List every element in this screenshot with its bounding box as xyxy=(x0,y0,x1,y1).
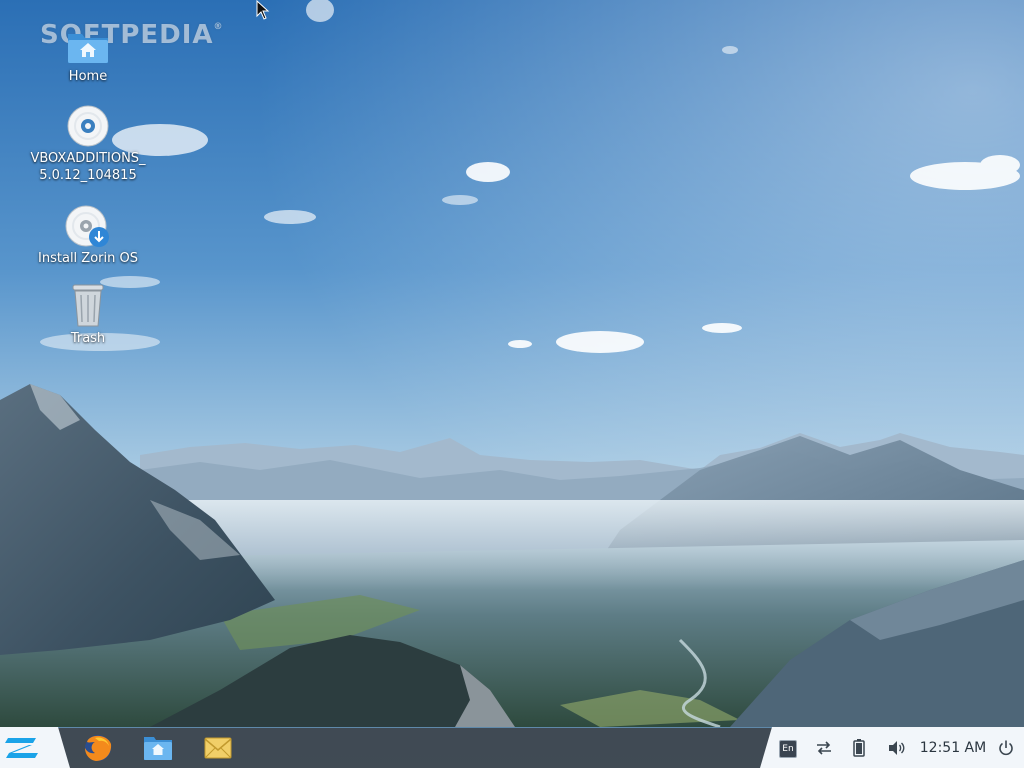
desktop-icon-trash[interactable]: Trash xyxy=(18,282,158,347)
install-disc-icon xyxy=(65,205,109,247)
mouse-pointer-icon xyxy=(256,0,270,20)
zorin-menu-button[interactable] xyxy=(0,727,70,768)
desktop-icon-vboxadditions[interactable]: VBOXADDITIONS_ 5.0.12_104815 xyxy=(18,104,158,184)
battery-icon[interactable] xyxy=(851,738,867,758)
volume-icon[interactable] xyxy=(886,738,906,758)
mail-icon[interactable] xyxy=(201,732,235,764)
trash-icon xyxy=(72,284,104,327)
clock[interactable]: 12:51 AM xyxy=(918,738,988,758)
home-folder-icon xyxy=(68,34,108,63)
firefox-icon[interactable] xyxy=(81,732,115,764)
cd-disc-icon xyxy=(67,105,109,147)
network-arrows-icon[interactable] xyxy=(814,738,834,758)
keyboard-layout-indicator[interactable]: En xyxy=(779,740,797,758)
desktop-icon-install-zorin[interactable]: Install Zorin OS xyxy=(18,204,158,267)
desktop-icon-label: Install Zorin OS xyxy=(38,251,138,266)
desktop-icon-label: VBOXADDITIONS_ 5.0.12_104815 xyxy=(30,151,146,183)
power-icon[interactable] xyxy=(996,738,1016,758)
files-folder-icon[interactable] xyxy=(141,732,175,764)
desktop-icon-label: Trash xyxy=(70,331,106,346)
desktop-icon-label: Home xyxy=(68,69,108,84)
desktop-icon-home[interactable]: Home xyxy=(18,26,158,85)
